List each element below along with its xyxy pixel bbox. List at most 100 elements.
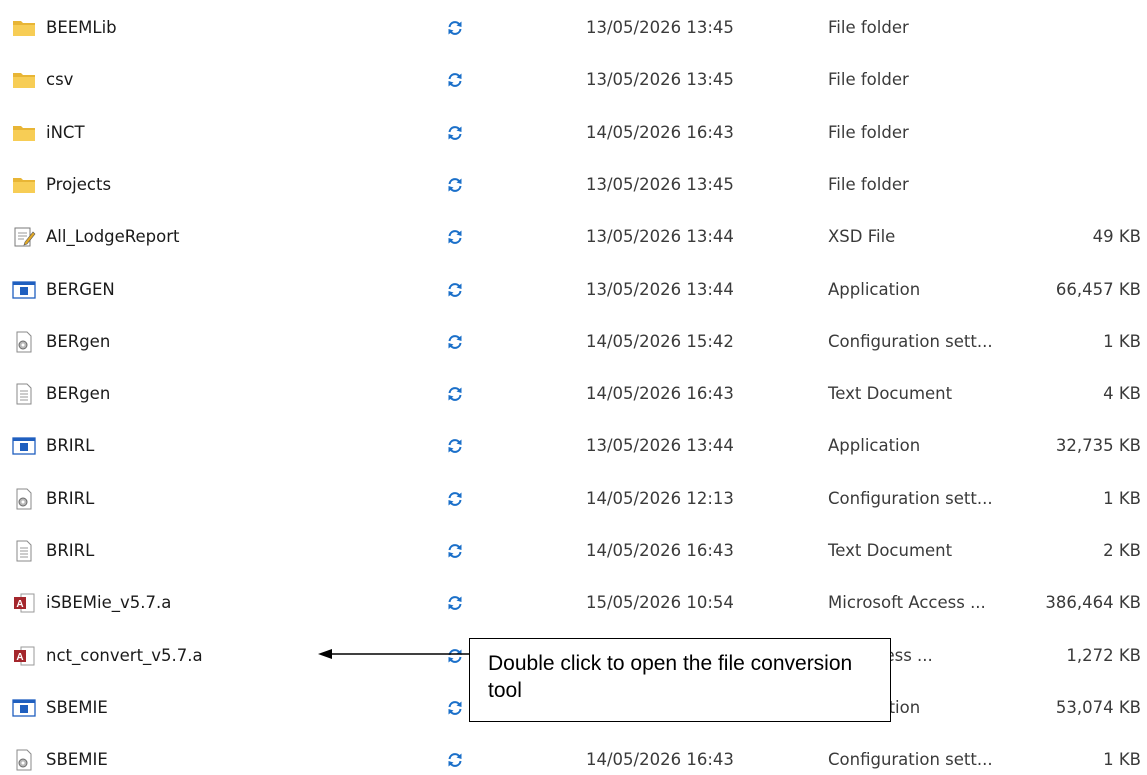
file-type: File folder — [828, 18, 909, 37]
file-name[interactable]: iNCT — [46, 118, 85, 148]
file-name[interactable]: SBEMIE — [46, 745, 108, 775]
file-size — [980, 118, 1141, 148]
file-row[interactable]: BRIRL 14/05/2026 12:13 Configuration sett.… — [0, 484, 1147, 514]
file-name[interactable]: iSBEMie_v5.7.a — [46, 588, 171, 618]
sync-status-icon — [446, 699, 464, 717]
date-modified: 13/05/2026 13:45 — [586, 70, 734, 90]
file-size: 1 KB — [1103, 750, 1141, 770]
date-modified: 13/05/2026 13:44 — [586, 279, 734, 299]
date-modified: 14/05/2026 15:42 — [586, 331, 734, 351]
file-size: 49 KB — [1092, 227, 1141, 247]
file-row[interactable]: AiSBEMie_v5.7.a 15/05/2026 10:54 Microsoft… — [0, 588, 1147, 618]
sync-status-icon — [446, 71, 464, 89]
date-modified: 14/05/2026 16:43 — [586, 750, 734, 770]
file-name[interactable]: BERgen — [46, 327, 110, 357]
file-row[interactable]: BERgen 14/05/2026 15:42 Configuration sett… — [0, 327, 1147, 357]
file-size: 386,464 KB — [1045, 593, 1141, 613]
file-row[interactable]: iNCT 14/05/2026 16:43 File folder — [0, 118, 1147, 148]
file-type: Configuration sett... — [828, 488, 993, 508]
date-modified: 14/05/2026 16:43 — [586, 122, 734, 142]
file-name[interactable]: BEEMLib — [46, 13, 117, 43]
folder-icon — [12, 122, 36, 144]
file-type: Application — [828, 436, 921, 456]
file-name[interactable]: BRIRL — [46, 536, 94, 566]
file-name[interactable]: csv — [46, 65, 73, 95]
sync-status-icon — [446, 542, 464, 560]
file-type: File folder — [828, 70, 909, 90]
sync-status-icon — [446, 490, 464, 508]
sync-status-icon — [446, 281, 464, 299]
application-icon — [12, 697, 36, 719]
sync-status-icon — [446, 437, 464, 455]
access-db-icon: A — [12, 592, 36, 614]
sync-status-icon — [446, 228, 464, 246]
date-modified: 13/05/2026 13:45 — [586, 18, 734, 37]
file-size: 53,074 KB — [1055, 697, 1141, 717]
file-name[interactable]: BRIRL — [46, 484, 94, 514]
folder-icon — [12, 174, 36, 196]
file-size: 66,457 KB — [1055, 279, 1141, 299]
file-name[interactable]: BERGEN — [46, 275, 115, 305]
application-icon — [12, 279, 36, 301]
file-size: 32,735 KB — [1055, 436, 1141, 456]
file-row[interactable]: All_LodgeReport 13/05/2026 13:44 XSD File 4… — [0, 222, 1147, 252]
file-type: Text Document — [828, 384, 953, 404]
file-name[interactable]: nct_convert_v5.7.a — [46, 641, 203, 671]
date-modified: 14/05/2026 16:43 — [586, 384, 734, 404]
arrow-icon — [318, 649, 470, 659]
file-row[interactable]: Projects 13/05/2026 13:45 File folder — [0, 170, 1147, 200]
file-type: File folder — [828, 122, 909, 142]
file-name[interactable]: Projects — [46, 170, 111, 200]
file-size: 2 KB — [1103, 541, 1141, 560]
text-file-icon — [12, 540, 36, 562]
file-type: Text Document — [828, 541, 953, 560]
sync-status-icon — [446, 594, 464, 612]
svg-text:A: A — [16, 652, 23, 663]
file-type: Configuration sett... — [828, 331, 993, 351]
folder-icon — [12, 69, 36, 91]
file-row[interactable]: csv 13/05/2026 13:45 File folder — [0, 65, 1147, 95]
date-modified: 14/05/2026 16:43 — [586, 541, 734, 560]
file-row[interactable]: SBEMIE 14/05/2026 16:43 Configuration sett… — [0, 745, 1147, 775]
date-modified: 13/05/2026 13:44 — [586, 436, 734, 456]
xsd-file-icon — [12, 226, 36, 248]
sync-status-icon — [446, 333, 464, 351]
file-size: 1,272 KB — [1066, 645, 1141, 665]
file-row[interactable]: BRIRL 14/05/2026 16:43 Text Document 2 KB — [0, 536, 1147, 566]
date-modified: 13/05/2026 13:44 — [586, 227, 734, 247]
file-size: 1 KB — [1103, 331, 1141, 351]
sync-status-icon — [446, 124, 464, 142]
file-size — [980, 13, 1141, 43]
file-row[interactable]: BERGEN 13/05/2026 13:44 Application 66,457 … — [0, 275, 1147, 305]
config-file-icon — [12, 488, 36, 510]
text-file-icon — [12, 383, 36, 405]
file-type: Configuration sett... — [828, 750, 993, 770]
file-type: Application — [828, 279, 921, 299]
sync-status-icon — [446, 19, 464, 37]
file-row[interactable]: BRIRL 13/05/2026 13:44 Application 32,735 K… — [0, 431, 1147, 461]
access-db-icon: A — [12, 645, 36, 667]
svg-text:A: A — [16, 599, 23, 610]
file-size — [980, 170, 1141, 200]
file-row[interactable]: BERgen 14/05/2026 16:43 Text Document 4 KB — [0, 379, 1147, 409]
file-type: File folder — [828, 174, 909, 194]
file-name[interactable]: BERgen — [46, 379, 110, 409]
file-size: 1 KB — [1103, 488, 1141, 508]
date-modified: 13/05/2026 13:45 — [586, 174, 734, 194]
application-icon — [12, 435, 36, 457]
file-size — [980, 65, 1141, 95]
file-size: 4 KB — [1103, 384, 1141, 404]
file-name[interactable]: All_LodgeReport — [46, 222, 180, 252]
folder-icon — [12, 17, 36, 39]
date-modified: 14/05/2026 12:13 — [586, 488, 734, 508]
sync-status-icon — [446, 176, 464, 194]
config-file-icon — [12, 331, 36, 353]
file-name[interactable]: BRIRL — [46, 431, 94, 461]
file-type: Microsoft Access ... — [828, 593, 986, 613]
file-row[interactable]: BEEMLib 13/05/2026 13:45 File folder — [0, 13, 1147, 43]
file-name[interactable]: SBEMIE — [46, 693, 108, 723]
config-file-icon — [12, 749, 36, 771]
sync-status-icon — [446, 385, 464, 403]
file-type: XSD File — [828, 227, 896, 247]
annotation-callout: Double click to open the file conversion… — [469, 638, 891, 722]
